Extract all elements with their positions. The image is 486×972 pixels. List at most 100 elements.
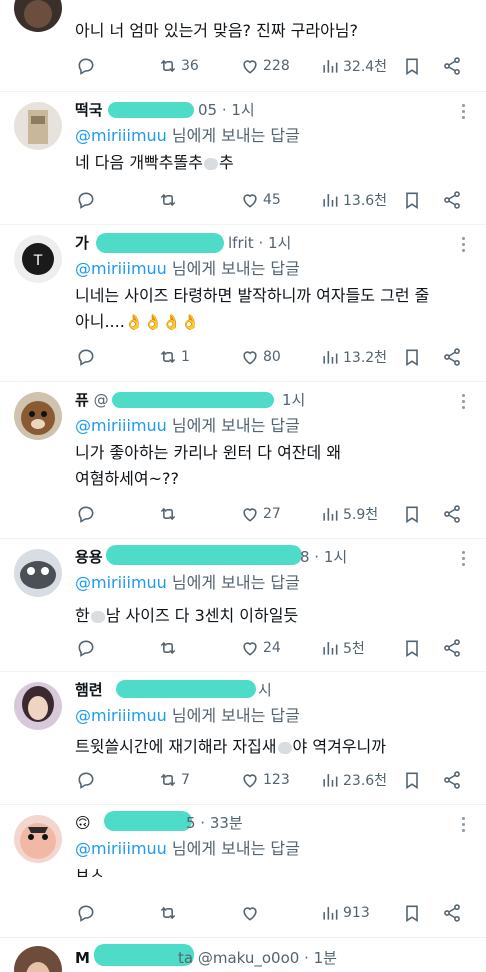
reply-button[interactable] [76,188,96,212]
display-name[interactable]: 햄련 [75,681,103,699]
retweet-arrows-icon [160,906,176,920]
tweet-text: ㅂㅅ [75,864,105,883]
bookmark-button[interactable] [402,901,422,925]
retweet-button[interactable] [158,901,178,925]
more-options-icon[interactable] [462,104,468,122]
redaction-mark [106,545,302,565]
avatar[interactable] [14,102,62,150]
reply-button[interactable] [76,768,96,792]
share-button[interactable] [442,901,462,925]
avatar[interactable] [14,682,62,730]
avatar[interactable] [14,0,62,32]
heart-icon [243,774,257,788]
share-button[interactable] [442,636,462,660]
tweet-3[interactable]: 퓨 @ 1시 @miriiimuu 님에게 보내는 답글 니가 좋아하는 카리나… [0,382,486,539]
like-button[interactable]: 123 [240,768,290,792]
tweet-time: 5 · 33분 [186,814,243,832]
share-icon [444,505,460,523]
tweet-7[interactable]: M ta @maku_o0o0 · 1분 [0,938,486,972]
avatar[interactable] [14,815,62,863]
avatar[interactable]: T [14,235,62,283]
view-count: 5.9천 [343,507,379,523]
bookmark-button[interactable] [402,768,422,792]
mention-link[interactable]: @miriiimuu [75,573,167,592]
display-name[interactable]: 가 [75,234,89,252]
reply-context: @miriiimuu 님에게 보내는 답글 [75,126,300,145]
tweet-1[interactable]: 떡국 05 · 1시 @miriiimuu 님에게 보내는 답글 네 다음 개빡… [0,92,486,225]
redaction-mark [96,233,224,253]
views-button[interactable]: 32.4천 [320,54,387,78]
display-name[interactable]: 떡국 [75,101,103,119]
bookmark-icon [406,506,418,523]
avatar[interactable] [14,392,62,440]
display-name[interactable]: 🙃 [75,814,91,832]
tweet-time: ta @maku_o0o0 · 1분 [178,949,337,967]
reply-button[interactable] [76,901,96,925]
more-options-icon[interactable] [462,551,468,569]
more-options-icon[interactable] [462,394,468,412]
retweet-button[interactable] [158,188,178,212]
tweet-5[interactable]: 햄련 시 @miriiimuu 님에게 보내는 답글 트윗쓸시간에 재기해라 자… [0,672,486,805]
like-button[interactable]: 24 [240,636,281,660]
reply-button[interactable] [76,54,96,78]
tweet-6[interactable]: 🙃 5 · 33분 @miriiimuu 님에게 보내는 답글 ㅂㅅ 913 [0,805,486,938]
views-button[interactable]: 23.6천 [320,768,387,792]
bookmark-button[interactable] [402,188,422,212]
reply-button[interactable] [76,502,96,526]
retweet-button[interactable] [158,502,178,526]
share-button[interactable] [442,502,462,526]
tweet-actions: 27 5.9천 [0,502,486,526]
mention-link[interactable]: @miriiimuu [75,416,167,435]
mention-link[interactable]: @miriiimuu [75,259,167,278]
reply-button[interactable] [76,636,96,660]
retweet-button[interactable]: 1 [158,345,190,369]
retweet-button[interactable]: 36 [158,54,199,78]
retweet-button[interactable]: 7 [158,768,190,792]
redaction-mark [112,392,274,408]
like-button[interactable]: 27 [240,502,281,526]
bar-chart-icon [323,774,338,787]
tweet-2[interactable]: T 가 lfrit · 1시 @miriiimuu 님에게 보내는 답글 니네는… [0,225,486,382]
display-name[interactable]: 용용 [75,548,103,566]
views-button[interactable]: 13.6천 [320,188,387,212]
display-name[interactable]: 퓨 [75,391,89,409]
view-count: 32.4천 [343,59,388,75]
bookmark-button[interactable] [402,345,422,369]
like-button[interactable] [240,901,260,925]
tweet-actions: 913 [0,901,486,925]
avatar[interactable] [14,549,62,597]
mention-link[interactable]: @miriiimuu [75,706,167,725]
speech-bubble-icon [78,905,94,922]
views-button[interactable]: 5천 [320,636,365,660]
tweet-4[interactable]: 용용 8 · 1시 @miriiimuu 님에게 보내는 답글 한남 사이즈 다… [0,539,486,672]
reply-button[interactable] [76,345,96,369]
reply-context: @miriiimuu 님에게 보내는 답글 [75,573,300,592]
share-button[interactable] [442,54,462,78]
share-button[interactable] [442,345,462,369]
like-count: 80 [263,349,281,365]
share-button[interactable] [442,768,462,792]
bookmark-icon [406,192,418,209]
views-button[interactable]: 5.9천 [320,502,378,526]
bookmark-button[interactable] [402,636,422,660]
reply-feed: 아니 너 엄마 있는거 맞음? 진짜 구라아님? 36 228 32.4천 떡국… [0,0,486,972]
like-button[interactable]: 80 [240,345,281,369]
retweet-button[interactable] [158,636,178,660]
tweet-text: 니가 좋아하는 카리나 윈터 다 여잔데 왜 여혐하세여~?? [75,443,342,488]
display-name[interactable]: M [75,949,90,967]
views-button[interactable]: 913 [320,901,370,925]
more-options-icon[interactable] [462,817,468,835]
avatar[interactable] [14,946,62,972]
more-options-icon[interactable] [462,237,468,255]
like-button[interactable]: 45 [240,188,281,212]
heart-icon [243,508,257,522]
views-button[interactable]: 13.2천 [320,345,387,369]
like-button[interactable]: 228 [240,54,290,78]
mention-link[interactable]: @miriiimuu [75,126,167,145]
speech-bubble-icon [78,192,94,209]
tweet-0[interactable]: 아니 너 엄마 있는거 맞음? 진짜 구라아님? 36 228 32.4천 [0,0,486,92]
bookmark-button[interactable] [402,54,422,78]
bookmark-button[interactable] [402,502,422,526]
mention-link[interactable]: @miriiimuu [75,839,167,858]
share-button[interactable] [442,188,462,212]
